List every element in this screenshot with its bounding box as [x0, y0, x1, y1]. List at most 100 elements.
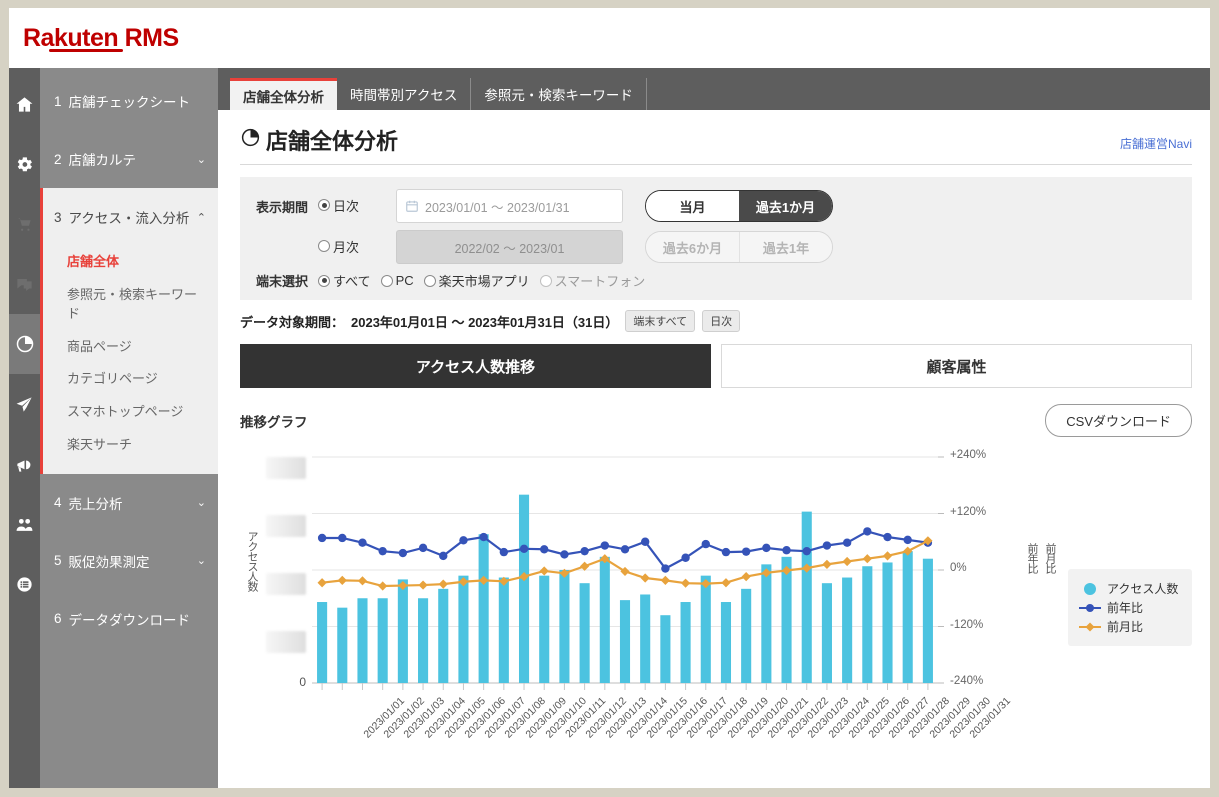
chart-marker[interactable] — [580, 561, 590, 571]
chart-bar[interactable] — [438, 588, 449, 683]
chart-bar[interactable] — [922, 558, 933, 683]
csv-download-button[interactable]: CSVダウンロード — [1045, 404, 1192, 437]
tab-referrer-keyword[interactable]: 参照元・検索キーワード — [471, 78, 647, 110]
radio-monthly[interactable]: 月次 — [318, 237, 359, 256]
chart-marker[interactable] — [862, 554, 872, 564]
chart-marker[interactable] — [842, 538, 852, 547]
tab-hourly-access[interactable]: 時間帯別アクセス — [337, 78, 472, 110]
chart-bar[interactable] — [680, 602, 691, 683]
chart-marker[interactable] — [701, 539, 710, 549]
range-button-past-1-year[interactable]: 過去1年 — [739, 232, 832, 262]
chart-marker[interactable] — [660, 575, 670, 585]
monthly-date-range-field[interactable]: 2022/02 ～ 2023/01 — [396, 230, 623, 264]
chart-marker[interactable] — [822, 541, 832, 550]
chart-marker[interactable] — [499, 547, 509, 557]
sidebar-subitem-store-overall[interactable]: 店舗全体 — [43, 246, 218, 279]
chart-marker[interactable] — [378, 546, 387, 556]
chart-marker[interactable] — [439, 551, 448, 561]
chart-marker[interactable] — [560, 550, 569, 559]
sidebar-subitem-product-page[interactable]: 商品ページ — [43, 331, 218, 364]
chart-marker[interactable] — [802, 546, 811, 556]
chart-marker[interactable] — [620, 545, 630, 554]
chart-marker[interactable] — [863, 527, 872, 536]
sidebar-subitem-smartphone-top-page[interactable]: スマホトップページ — [43, 396, 218, 429]
people-icon[interactable] — [9, 494, 40, 554]
chart-marker[interactable] — [338, 533, 347, 543]
chart-bar[interactable] — [357, 598, 368, 683]
chart-marker[interactable] — [721, 578, 731, 588]
chart-marker[interactable] — [519, 544, 529, 554]
legend-item[interactable]: アクセス人数 — [1079, 580, 1178, 597]
megaphone-icon[interactable] — [9, 434, 40, 494]
chart-marker[interactable] — [680, 578, 691, 588]
radio-device-all[interactable]: すべて — [318, 271, 371, 290]
tab-store-overall-analysis[interactable]: 店舗全体分析 — [230, 78, 337, 110]
chart-bar[interactable] — [619, 600, 631, 683]
chart-marker[interactable] — [337, 575, 347, 585]
chart-bar[interactable] — [397, 579, 408, 683]
chart-marker[interactable] — [418, 543, 428, 553]
chart-bar[interactable] — [599, 556, 610, 683]
sidebar-item-check-sheet[interactable]: 1 店舗チェックシート — [40, 72, 218, 130]
chart-bar[interactable] — [317, 602, 328, 683]
sidebar-subitem-referrer-keyword[interactable]: 参照元・検索キーワード — [43, 279, 218, 331]
chart-marker[interactable] — [580, 546, 589, 556]
chart-marker[interactable] — [762, 543, 771, 553]
chart-marker[interactable] — [681, 553, 690, 562]
chart-marker[interactable] — [479, 532, 488, 542]
range-button-current-month[interactable]: 当月 — [646, 191, 739, 221]
sidebar-item-store-karte[interactable]: 2 店舗カルテ ⌄ — [40, 130, 218, 188]
chart-marker[interactable] — [842, 556, 852, 567]
chart-bar[interactable] — [821, 583, 832, 683]
chart-bar[interactable] — [579, 583, 590, 683]
chart-bar[interactable] — [377, 598, 388, 683]
chart-marker[interactable] — [317, 578, 327, 588]
chart-marker[interactable] — [721, 547, 731, 557]
chart-marker[interactable] — [600, 541, 610, 550]
legend-item[interactable]: 前月比 — [1079, 618, 1178, 635]
cart-icon[interactable] — [9, 194, 40, 254]
chart-bar[interactable] — [539, 575, 550, 683]
chart-marker[interactable] — [398, 548, 408, 558]
legend-item[interactable]: 前年比 — [1079, 599, 1178, 616]
sidebar-item-access-analysis[interactable]: 3 アクセス・流入分析 ⌃ — [43, 188, 218, 246]
sidebar-item-sales-analysis[interactable]: 4 売上分析 ⌄ — [40, 474, 218, 532]
range-button-past-1-month[interactable]: 過去1か月 — [739, 191, 832, 221]
chart-marker[interactable] — [317, 533, 327, 543]
chart-bar[interactable] — [882, 562, 893, 683]
chart-bar[interactable] — [498, 577, 509, 683]
chart-bar[interactable] — [862, 566, 873, 683]
paper-plane-icon[interactable] — [9, 374, 40, 434]
chart-bar[interactable] — [518, 494, 530, 683]
chart-marker[interactable] — [418, 580, 428, 590]
chart-marker[interactable] — [822, 559, 832, 569]
chart-bar[interactable] — [559, 570, 570, 683]
chart-marker[interactable] — [883, 532, 892, 542]
chart-bar[interactable] — [902, 551, 913, 683]
chart-bar[interactable] — [801, 511, 812, 683]
trend-chart[interactable]: アクセス人数 0 +240% +120% 0% -120% -240% 前年比 前月比 アクセス人… — [240, 445, 1198, 775]
chart-bar[interactable] — [478, 534, 489, 683]
chart-marker[interactable] — [358, 538, 367, 547]
store-navi-link[interactable]: 店舗運営Navi — [1120, 135, 1192, 156]
chart-bar[interactable] — [640, 594, 651, 683]
home-icon[interactable] — [9, 74, 40, 134]
chart-bar[interactable] — [458, 575, 469, 683]
chart-marker[interactable] — [741, 547, 751, 556]
metric-tab-access-trend[interactable]: アクセス人数推移 — [240, 344, 711, 388]
chart-bar[interactable] — [781, 556, 792, 683]
radio-device-smartphone[interactable]: スマートフォン — [539, 271, 645, 290]
chart-bar[interactable] — [337, 607, 348, 683]
radio-device-pc[interactable]: PC — [380, 273, 414, 288]
chart-bar[interactable] — [720, 602, 732, 683]
daily-date-range-field[interactable]: 2023/01/01 ～ 2023/01/31 — [396, 189, 623, 223]
chart-marker[interactable] — [539, 566, 549, 576]
chart-bar[interactable] — [700, 575, 711, 683]
metric-tab-customer-attributes[interactable]: 顧客属性 — [721, 344, 1192, 388]
chart-marker[interactable] — [640, 537, 650, 546]
chart-marker[interactable] — [903, 535, 912, 545]
radio-daily[interactable]: 日次 — [318, 196, 359, 215]
chart-marker[interactable] — [741, 571, 751, 582]
chart-marker[interactable] — [882, 551, 893, 561]
chart-marker[interactable] — [378, 581, 388, 591]
